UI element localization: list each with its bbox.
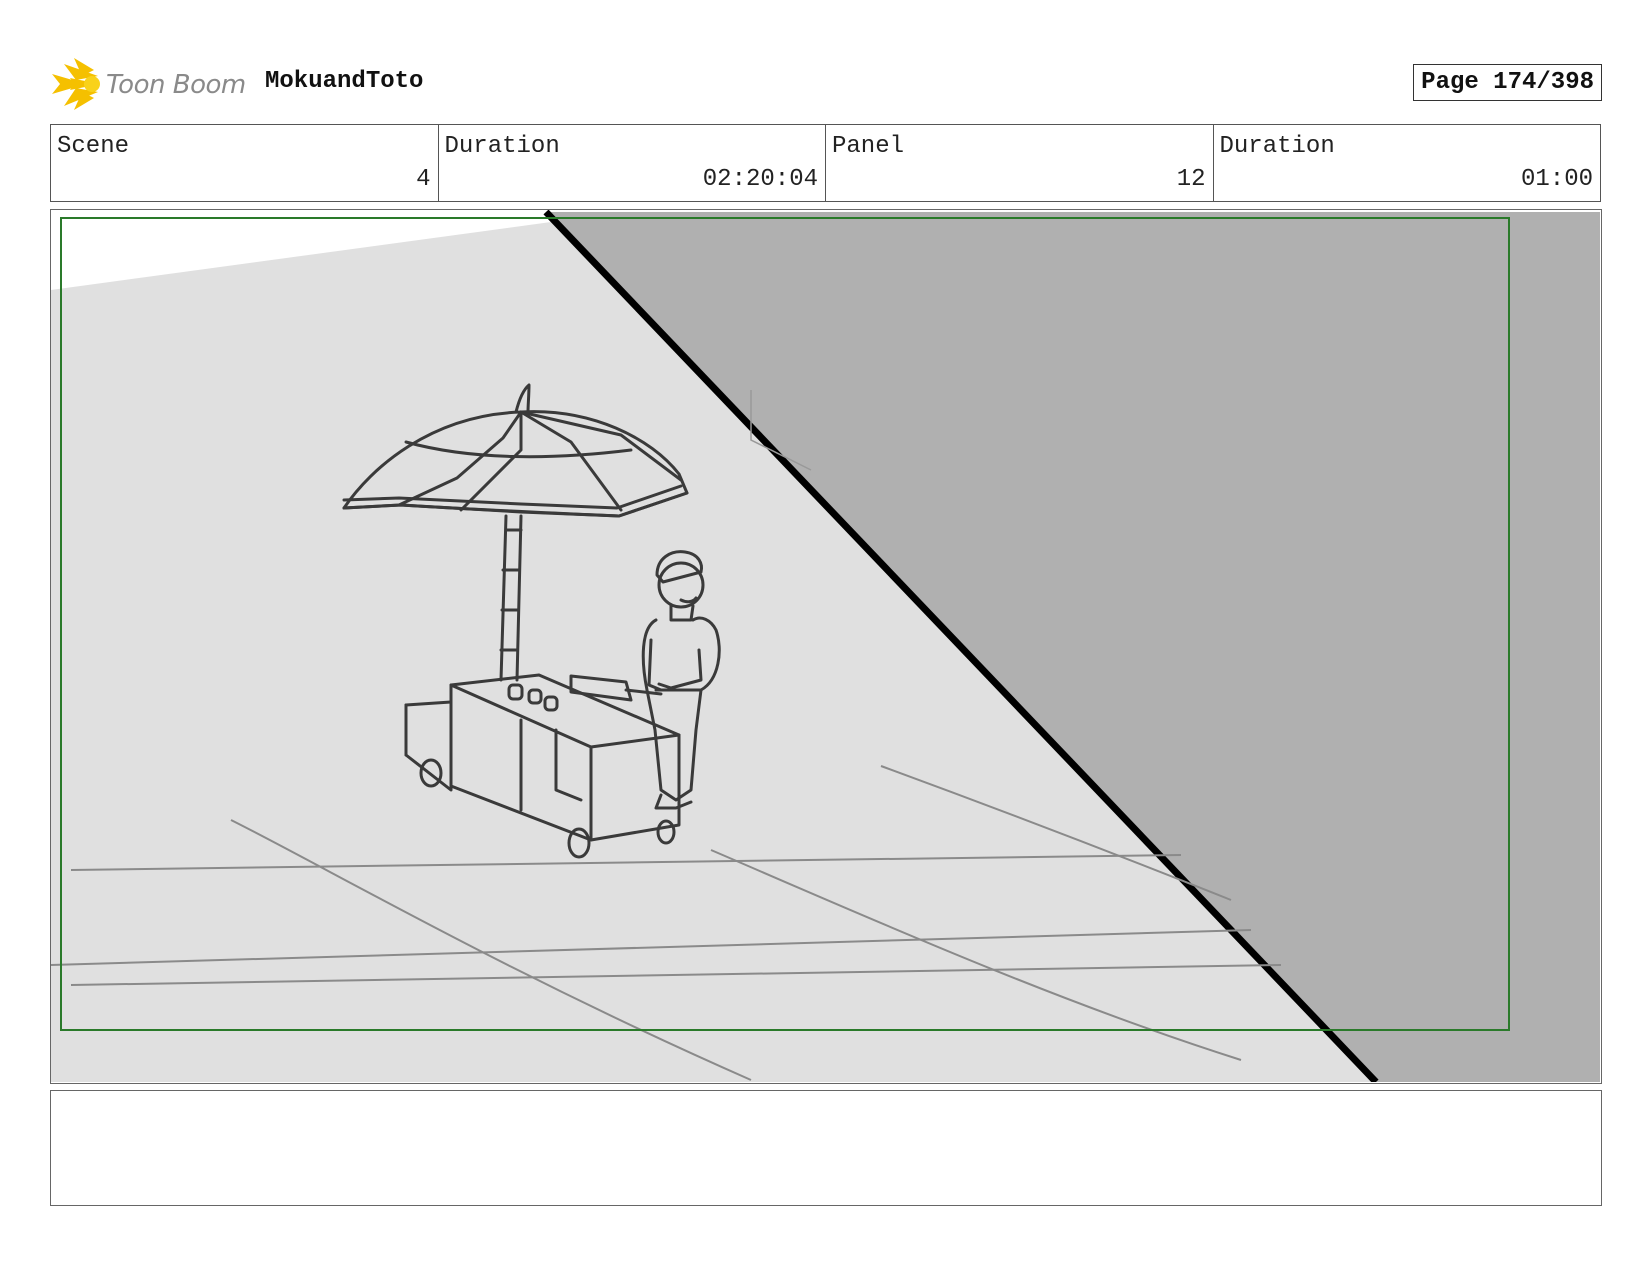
scene-info-table: Scene 4 Duration 02:20:04 Panel 12 Durat… [50, 124, 1601, 202]
storyboard-panel-frame [50, 209, 1602, 1084]
scene-duration-label: Duration [444, 133, 560, 160]
scene-duration-value: 02:20:04 [702, 166, 818, 193]
panel-drawing [51, 210, 1600, 1082]
storyboard-header: Toon Boom MokuandToto Page 174/398 [50, 52, 1602, 112]
sunburst-icon [52, 58, 100, 110]
project-title: MokuandToto [265, 68, 424, 95]
panel-notes-box[interactable] [50, 1090, 1602, 1206]
logo-wordmark: Toon Boom [106, 70, 246, 100]
panel-value: 12 [1176, 166, 1206, 193]
panel-duration-label: Duration [1219, 133, 1335, 160]
page-indicator: Page 174/398 [1413, 64, 1602, 101]
panel-duration-cell: Duration 01:00 [1214, 125, 1601, 201]
scene-label: Scene [57, 133, 130, 160]
scene-cell: Scene 4 [51, 125, 439, 201]
panel-cell: Panel 12 [826, 125, 1214, 201]
toon-boom-logo: Toon Boom [50, 56, 250, 112]
scene-value: 4 [416, 166, 431, 193]
scene-duration-cell: Duration 02:20:04 [439, 125, 826, 201]
panel-duration-value: 01:00 [1520, 166, 1593, 193]
panel-label: Panel [832, 133, 905, 160]
